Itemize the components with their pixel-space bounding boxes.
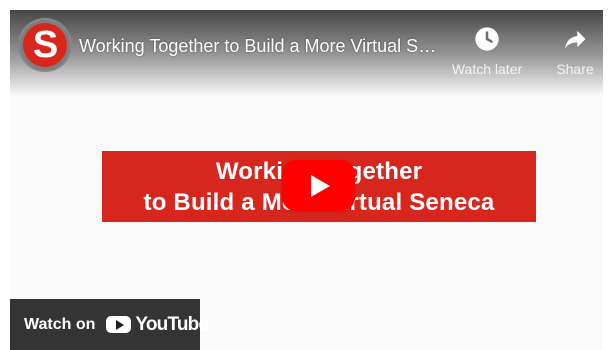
share-arrow-icon	[565, 30, 586, 49]
play-button[interactable]	[282, 160, 355, 211]
clock-icon	[475, 27, 499, 51]
share-button[interactable]: Share	[535, 25, 603, 77]
channel-avatar-icon: S	[23, 23, 67, 67]
youtube-wordmark: YouTube	[135, 313, 209, 335]
youtube-logo: YouTube	[106, 313, 209, 335]
watch-on-youtube-button[interactable]: Watch on YouTube	[10, 299, 209, 350]
page-root: Working Together to Build a More Virtual…	[0, 0, 613, 350]
video-title-link[interactable]: Working Together to Build a More Virtual…	[79, 34, 439, 58]
youtube-logo-icon	[106, 316, 132, 333]
watch-on-label: Watch on	[24, 315, 96, 333]
play-icon	[311, 174, 330, 197]
watch-later-button[interactable]: Watch later	[447, 25, 527, 77]
share-label: Share	[556, 61, 594, 77]
youtube-play-mark	[115, 319, 124, 330]
channel-avatar[interactable]: S	[18, 18, 72, 72]
youtube-embed-player[interactable]: Working Together to Build a More Virtual…	[10, 10, 603, 350]
watch-later-label: Watch later	[451, 61, 523, 77]
